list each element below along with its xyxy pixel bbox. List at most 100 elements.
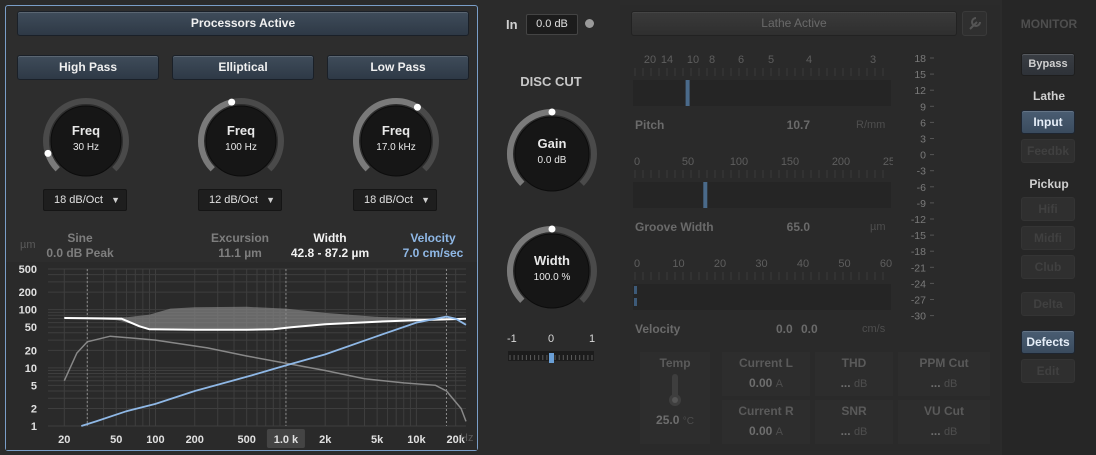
- knob-body: [514, 233, 590, 309]
- current-r-stat: Current R 0.00 A: [722, 400, 810, 444]
- y-tick-label: 20: [25, 345, 37, 357]
- high-pass-freq-knob[interactable]: Freq 30 Hz: [40, 95, 132, 187]
- stat-unit: A: [775, 426, 784, 438]
- knob-value: 100.0 %: [533, 272, 571, 283]
- groove-bar-bg: [633, 182, 891, 208]
- stat-title: THD: [841, 356, 867, 370]
- ppm-cut-stat: PPM Cut ... dB: [898, 352, 990, 396]
- knob-value: 17.0 kHz: [376, 142, 416, 153]
- velocity-scale: 0 10 20 30 40 50 60: [633, 258, 892, 310]
- meter-tick-label: -12: [911, 214, 926, 226]
- stat-value: ...: [930, 376, 941, 390]
- pitch-value: 10.7: [786, 118, 810, 132]
- info-icon[interactable]: [585, 19, 594, 28]
- high-pass-slope-select[interactable]: 18 dB/Oct ▼: [43, 189, 127, 211]
- stat-title: Velocity: [410, 231, 456, 245]
- scale-tick-label: 150: [781, 156, 799, 168]
- elliptical-slope-select[interactable]: 12 dB/Oct ▼: [198, 189, 282, 211]
- input-level-field[interactable]: 0.0 dB: [526, 14, 578, 35]
- knob-indicator: [548, 225, 556, 233]
- stat-value: 11.1 µm: [218, 246, 262, 260]
- defects-button[interactable]: Defects: [1021, 330, 1075, 354]
- x-tick-label: 1.0 k: [274, 434, 299, 446]
- y-tick-label: 10: [25, 363, 37, 375]
- knob-label: Width: [534, 253, 570, 268]
- y-tick-label: 50: [25, 322, 37, 334]
- current-l-stat: Current L 0.00 A: [722, 352, 810, 396]
- processors-active-button[interactable]: Processors Active: [17, 11, 469, 36]
- stat-title: SNR: [841, 404, 867, 418]
- knob-body: [50, 105, 122, 177]
- frequency-analyzer-graph[interactable]: 500 200 100 50 20 10 5 2 1 20 50 100 200 500 1.0 k 2k 5k…: [6, 262, 477, 450]
- bypass-button[interactable]: Bypass: [1021, 53, 1075, 76]
- balance-max-label: 1: [589, 333, 596, 345]
- knob-value: 30 Hz: [72, 142, 100, 153]
- balance-slider[interactable]: [506, 345, 596, 367]
- scale-tick-label: 50: [682, 156, 694, 168]
- stat-value: 0.00: [748, 376, 773, 390]
- select-value: 12 dB/Oct: [209, 194, 258, 206]
- vu-cut-stat: VU Cut ... dB: [898, 400, 990, 444]
- low-pass-button[interactable]: Low Pass: [327, 55, 469, 80]
- unit-hz-label: Hz: [460, 432, 474, 444]
- width-knob[interactable]: Width 100.0 %: [504, 223, 600, 319]
- x-tick-label: 50: [110, 434, 122, 446]
- groove-scale: 0 50 100 150 200 250: [633, 156, 893, 208]
- meter-tick-label: 6: [920, 117, 926, 129]
- meter-tick-label: -6: [917, 182, 926, 194]
- club-button[interactable]: Club: [1021, 255, 1075, 279]
- level-meter: 18 15 12 9 6 3 0 -3 -6 -9 -12 -15 -18 -21 -24 -27 -30: [911, 53, 934, 323]
- stat-title: Width: [313, 231, 347, 245]
- scale-tick-label: 50: [838, 258, 850, 270]
- groove-width-value: 65.0: [786, 220, 810, 234]
- meter-tick-label: -15: [911, 230, 926, 242]
- high-pass-button[interactable]: High Pass: [17, 55, 159, 80]
- knob-indicator: [228, 98, 236, 106]
- gain-knob[interactable]: Gain 0.0 dB: [504, 106, 600, 202]
- scale-tick-label: 100: [730, 156, 748, 168]
- lathe-active-button[interactable]: Lathe Active: [631, 11, 957, 36]
- scale-tick-label: 0: [634, 258, 640, 270]
- input-monitor-button[interactable]: Input: [1021, 110, 1075, 134]
- knob-label: Freq: [71, 123, 101, 138]
- knob-label: Freq: [381, 123, 411, 138]
- knob-value: 100 Hz: [225, 142, 257, 153]
- y-tick-label: 100: [19, 305, 37, 317]
- disc-cut-title: DISC CUT: [520, 74, 582, 89]
- scale-tick-label: 10: [687, 54, 699, 66]
- thd-stat: THD ... dB: [815, 352, 893, 396]
- temp-stat: Temp 25.0 °C: [640, 352, 710, 444]
- scale-tick-label: 250: [883, 156, 893, 168]
- y-tick-label: 1: [31, 421, 37, 433]
- meter-tick-label: -9: [917, 198, 926, 210]
- monitor-title: MONITOR: [1020, 17, 1078, 31]
- meter-tick-label: 12: [914, 85, 926, 97]
- hifi-button[interactable]: Hifi: [1021, 197, 1075, 221]
- elliptical-freq-knob[interactable]: Freq 100 Hz: [195, 95, 287, 187]
- low-pass-slope-select[interactable]: 18 dB/Oct ▼: [353, 189, 437, 211]
- wrench-icon[interactable]: [962, 11, 987, 36]
- delta-button[interactable]: Delta: [1021, 292, 1075, 316]
- scale-tick-label: 6: [738, 54, 744, 66]
- stat-value: 25.0: [656, 413, 680, 427]
- meter-tick-label: 0: [920, 150, 926, 162]
- feedbk-button[interactable]: Feedbk: [1021, 139, 1075, 163]
- scale-tick-label: 20: [714, 258, 726, 270]
- velocity-value-l: 0.0: [776, 322, 793, 336]
- elliptical-button[interactable]: Elliptical: [172, 55, 314, 80]
- knob-ring: [353, 98, 439, 177]
- stat-title: Sine: [67, 231, 93, 245]
- stat-title: Excursion: [210, 231, 270, 245]
- midfi-button[interactable]: Midfi: [1021, 226, 1075, 250]
- knob-ring: [198, 98, 284, 177]
- edit-button[interactable]: Edit: [1021, 359, 1075, 383]
- knob-body: [514, 116, 590, 192]
- analyzer-bg: [6, 262, 477, 450]
- lathe-monitor-label: Lathe: [1032, 89, 1065, 103]
- low-pass-freq-knob[interactable]: Freq 17.0 kHz: [350, 95, 442, 187]
- x-tick-label: 100: [146, 434, 164, 446]
- scale-tick-label: 30: [755, 258, 767, 270]
- meter-tick-label: -30: [911, 311, 926, 323]
- scale-tick-label: 4: [806, 54, 812, 66]
- scale-tick-label: 5: [768, 54, 774, 66]
